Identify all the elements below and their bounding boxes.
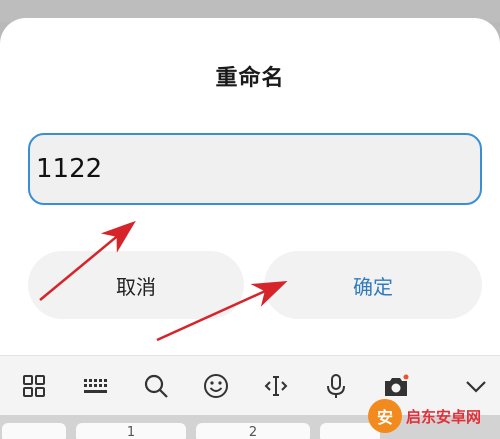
- confirm-button[interactable]: 确定: [264, 251, 482, 319]
- rename-input-container[interactable]: [28, 133, 482, 205]
- search-icon[interactable]: [136, 366, 176, 406]
- emoji-icon[interactable]: [196, 366, 236, 406]
- watermark-text: 启东安卓网: [406, 407, 482, 426]
- microphone-icon[interactable]: [316, 366, 356, 406]
- key-1[interactable]: 1: [76, 423, 186, 439]
- rename-input[interactable]: [30, 135, 480, 203]
- watermark: 安 启东安卓网: [368, 396, 500, 436]
- key-2[interactable]: 2: [196, 423, 310, 439]
- cancel-button[interactable]: 取消: [28, 251, 244, 319]
- grid-icon[interactable]: [14, 366, 54, 406]
- watermark-logo-icon: 安: [368, 399, 402, 433]
- key-blank[interactable]: [2, 423, 66, 439]
- cursor-icon[interactable]: [256, 366, 296, 406]
- keyboard-icon[interactable]: [75, 366, 115, 406]
- dialog-title: 重命名: [215, 66, 285, 91]
